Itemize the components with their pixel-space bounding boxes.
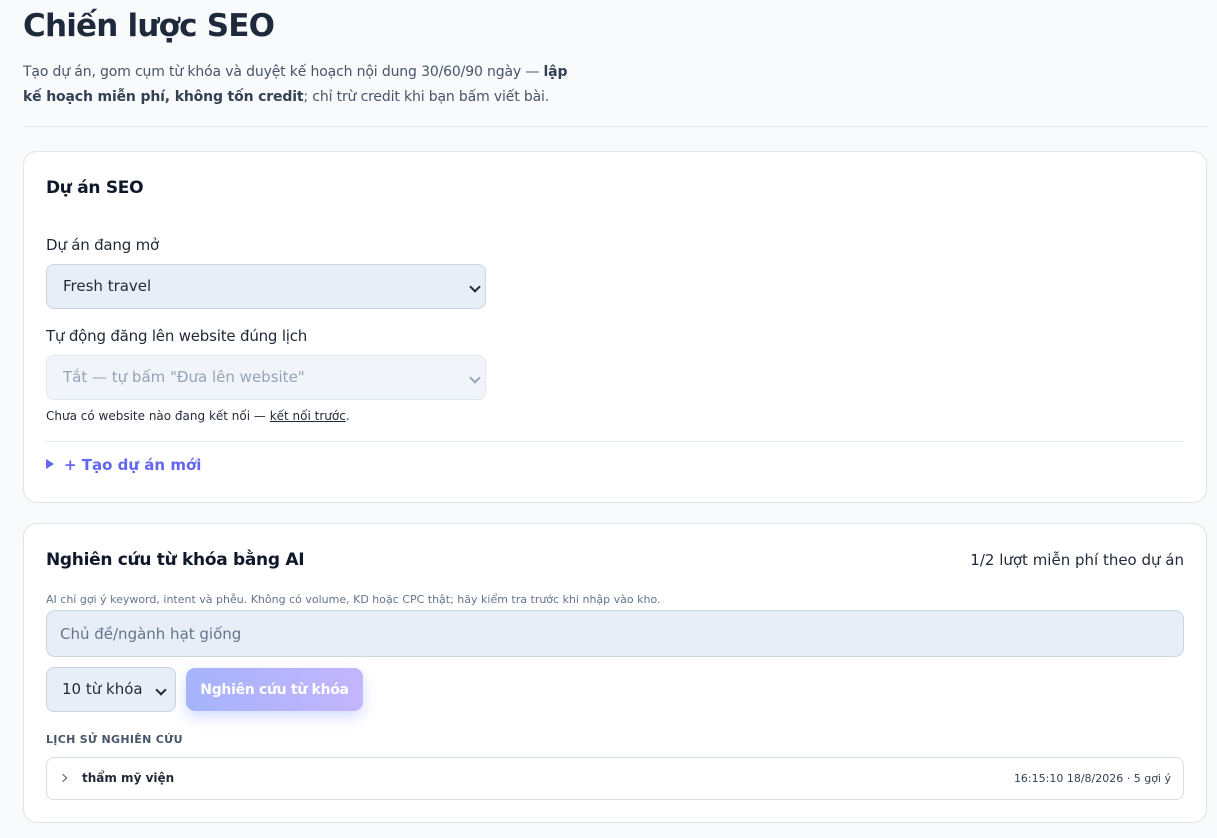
card-divider: [46, 441, 1184, 442]
chevron-down-icon: [469, 372, 481, 384]
note-text: Chưa có website nào đang kết nối —: [46, 409, 270, 423]
history-item[interactable]: thẩm mỹ viện 16:15:10 18/8/2026 · 5 gợi …: [46, 757, 1184, 800]
open-project-select[interactable]: Fresh travel: [46, 264, 486, 309]
autopost-label: Tự động đăng lên website đúng lịch: [46, 327, 308, 345]
keyword-count-value: 10 từ khóa: [62, 680, 143, 698]
project-card-title: Dự án SEO: [46, 178, 144, 198]
research-card-title: Nghiên cứu từ khóa bằng AI: [46, 550, 305, 570]
note-end: .: [345, 409, 350, 423]
history-topic: thẩm mỹ viện: [82, 771, 175, 785]
triangle-right-icon: [46, 459, 54, 469]
research-hint: AI chỉ gợi ý keyword, intent và phễu. Kh…: [46, 593, 661, 606]
research-history-title: LỊCH SỬ NGHIÊN CỨU: [46, 733, 183, 746]
keyword-research-card: Nghiên cứu từ khóa bằng AI 1/2 lượt miễn…: [23, 523, 1207, 823]
history-meta: 16:15:10 18/8/2026 · 5 gợi ý: [1013, 772, 1171, 785]
chevron-down-icon: [155, 684, 167, 696]
seed-topic-input[interactable]: [46, 610, 1184, 657]
seo-project-card: Dự án SEO Dự án đang mở Fresh travel Tự …: [23, 151, 1207, 503]
page-subtitle: Tạo dự án, gom cụm từ khóa và duyệt kế h…: [23, 60, 583, 110]
website-connection-note: Chưa có website nào đang kết nối — kết n…: [46, 409, 350, 423]
connect-website-link[interactable]: kết nối trước: [270, 409, 346, 423]
open-project-value: Fresh travel: [63, 277, 152, 295]
page-title: Chiến lược SEO: [23, 8, 275, 44]
chevron-down-icon: [469, 281, 481, 293]
create-project-toggle[interactable]: + Tạo dự án mới: [46, 456, 201, 474]
open-project-label: Dự án đang mở: [46, 236, 159, 254]
autopost-select[interactable]: Tắt — tự bấm "Đưa lên website": [46, 355, 486, 400]
keyword-count-select[interactable]: 10 từ khóa: [46, 667, 176, 712]
chevron-right-icon: [58, 773, 68, 783]
autopost-value: Tắt — tự bấm "Đưa lên website": [63, 368, 305, 386]
free-quota-text: 1/2 lượt miễn phí theo dự án: [970, 551, 1184, 569]
research-keywords-button[interactable]: Nghiên cứu từ khóa: [186, 668, 363, 711]
create-project-label: + Tạo dự án mới: [64, 456, 202, 474]
subtitle-text-end: ; chỉ trừ credit khi bạn bấm viết bài.: [303, 89, 550, 105]
header-divider: [23, 126, 1207, 127]
subtitle-text: Tạo dự án, gom cụm từ khóa và duyệt kế h…: [23, 64, 544, 80]
